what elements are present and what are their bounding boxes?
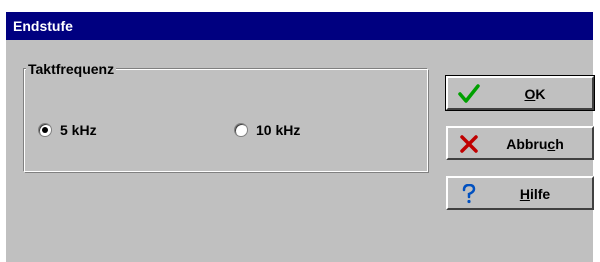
group-box <box>23 68 429 173</box>
cancel-button[interactable]: Abbruch <box>446 126 594 160</box>
help-button-label: Hilfe <box>519 186 551 202</box>
radio-5khz-label: 5 kHz <box>60 122 97 138</box>
radio-selected-icon <box>38 123 52 137</box>
radio-5khz[interactable]: 5 kHz <box>38 122 97 138</box>
dialog-window: Endstufe Taktfrequenz 5 kHz 10 kHz OK Ab… <box>6 12 595 262</box>
help-button[interactable]: Hilfe <box>446 176 594 210</box>
radio-10khz[interactable]: 10 kHz <box>234 122 300 138</box>
title-bar[interactable]: Endstufe <box>6 12 593 40</box>
check-icon <box>458 84 480 103</box>
ok-button[interactable]: OK <box>445 75 595 111</box>
x-icon <box>460 135 478 153</box>
window-title: Endstufe <box>13 18 73 34</box>
ok-button-label: OK <box>524 86 546 102</box>
cancel-button-label: Abbruch <box>506 136 564 152</box>
group-box-label: Taktfrequenz <box>26 61 117 77</box>
radio-10khz-label: 10 kHz <box>256 122 301 138</box>
radio-unselected-icon <box>234 123 248 137</box>
question-icon <box>462 184 476 204</box>
